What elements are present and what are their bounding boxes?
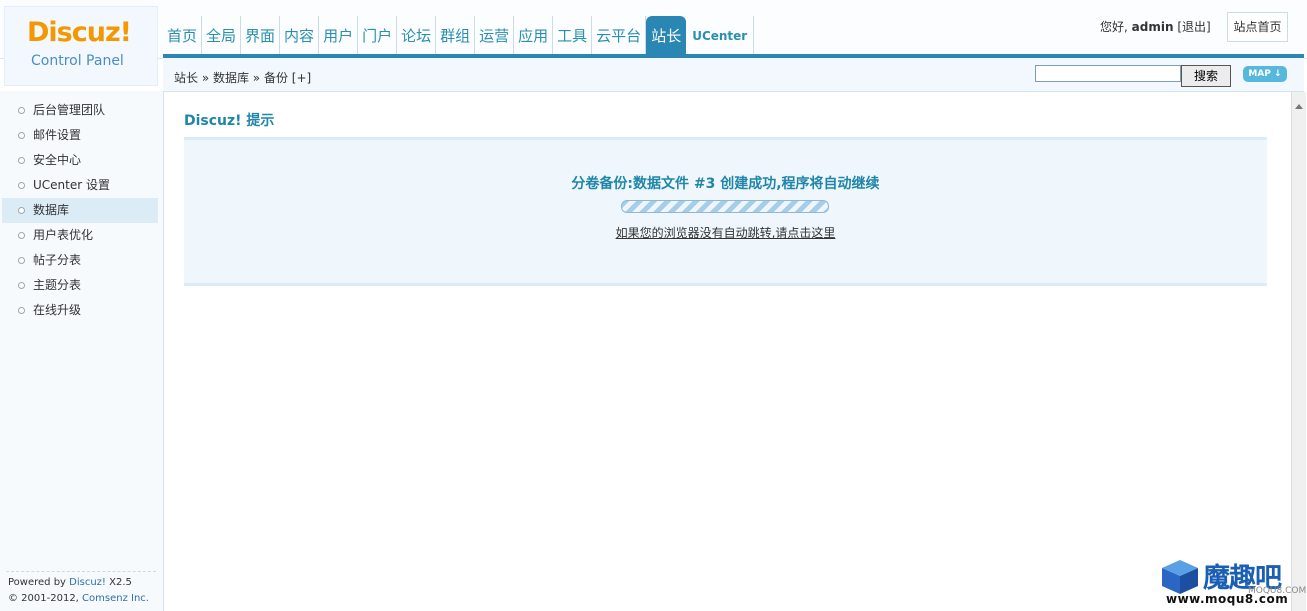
bullet-icon [18,132,25,139]
powered-by: Powered by Discuz! X2.5 © 2001-2012, Com… [8,575,149,607]
vertical-scrollbar[interactable] [1291,92,1306,611]
nav-item-founder[interactable]: 站长 [646,16,687,54]
redirect-link[interactable]: 如果您的浏览器没有自动跳转,请点击这里 [184,224,1267,241]
sidebar-item-postsplit[interactable]: 帖子分表 [2,248,158,273]
nav-item-home[interactable]: 首页 [163,16,203,54]
sidebar-item-label: 安全中心 [33,153,82,167]
nav-item-forum[interactable]: 论坛 [397,16,437,54]
bullet-icon [18,307,25,314]
user-info: 您好, admin [退出] [1100,18,1211,35]
sidebar-item-label: 主题分表 [33,278,82,292]
nav-item-user[interactable]: 用户 [319,16,359,54]
nav-item-style[interactable]: 界面 [241,16,281,54]
sidebar-item-admin-team[interactable]: 后台管理团队 [2,98,158,123]
nav-item-cloud[interactable]: 云平台 [592,16,647,54]
nav-item-ucenter[interactable]: UCenter [686,16,755,54]
nav-item-tools[interactable]: 工具 [553,16,593,54]
sidebar-item-label: 数据库 [33,203,70,217]
scroll-up-arrow-icon[interactable] [1295,104,1303,109]
sidebar-item-upgrade[interactable]: 在线升级 [2,298,158,323]
nav-item-portal[interactable]: 门户 [358,16,398,54]
nav-item-group[interactable]: 群组 [436,16,476,54]
sub-bar: 站长 » 数据库 » 备份 [+] 搜索 MAP ↓ [163,58,1304,92]
watermark: 魔趣吧 MOQU8.COM www.moqu8.com [1160,556,1306,608]
bullet-icon [18,107,25,114]
sidebar-item-label: 在线升级 [33,303,82,317]
nav-item-global[interactable]: 全局 [202,16,242,54]
top-nav: 首页 全局 界面 内容 用户 门户 论坛 群组 运营 应用 工具 云平台 站长 … [163,16,755,54]
sidebar: 后台管理团队 邮件设置 安全中心 UCenter 设置 数据库 用户表优化 帖子… [0,91,164,611]
bullet-icon [18,157,25,164]
watermark-url: www.moqu8.com [1166,592,1289,606]
nav-item-operation[interactable]: 运营 [475,16,515,54]
notice-message: 分卷备份:数据文件 #3 创建成功,程序将自动继续 [571,176,880,192]
sidebar-item-label: 邮件设置 [33,128,82,142]
notice-title: Discuz! 提示 [184,113,275,129]
logo[interactable]: Discuz! Control Panel [4,6,158,86]
sidebar-item-label: UCenter 设置 [33,178,110,192]
comsenz-link[interactable]: Comsenz Inc. [82,593,149,604]
nav-item-content[interactable]: 内容 [280,16,320,54]
greeting: 您好, [1100,20,1128,34]
bullet-icon [18,182,25,189]
map-button[interactable]: MAP ↓ [1243,66,1287,82]
search-input[interactable] [1035,65,1181,82]
breadcrumb: 站长 » 数据库 » 备份 [+] [174,71,312,85]
sidebar-item-security[interactable]: 安全中心 [2,148,158,173]
cube-logo-icon [1162,560,1198,594]
bullet-icon [18,257,25,264]
main-content: Discuz! 提示 分卷备份:数据文件 #3 创建成功,程序将自动继续 如果您… [164,92,1291,611]
bullet-icon [18,232,25,239]
sidebar-item-ucenter-settings[interactable]: UCenter 设置 [2,173,158,198]
nav-item-plugin[interactable]: 应用 [514,16,554,54]
sidebar-item-label: 后台管理团队 [33,103,106,117]
copyright-prefix: © 2001-2012, [8,593,83,604]
progress-bar [621,200,829,213]
logout-link[interactable]: [退出] [1177,20,1210,34]
sidebar-item-label: 帖子分表 [33,253,82,267]
sidebar-item-membersplit[interactable]: 用户表优化 [2,223,158,248]
header: Discuz! Control Panel 首页 全局 界面 内容 用户 门户 … [0,0,1307,86]
search-button[interactable]: 搜索 [1181,65,1231,87]
powered-version: X2.5 [105,577,132,588]
sidebar-item-mail[interactable]: 邮件设置 [2,123,158,148]
sidebar-menu: 后台管理团队 邮件设置 安全中心 UCenter 设置 数据库 用户表优化 帖子… [2,98,158,323]
discuz-link[interactable]: Discuz! [69,577,106,588]
logo-subtitle: Control Panel [31,53,124,69]
bullet-icon [18,282,25,289]
sidebar-item-label: 用户表优化 [33,228,94,242]
site-home-button[interactable]: 站点首页 [1227,12,1288,42]
logo-brand: Discuz! [27,17,132,48]
powered-prefix: Powered by [8,577,70,588]
bullet-icon [18,207,25,214]
sidebar-divider [6,571,156,572]
notice-box: 分卷备份:数据文件 #3 创建成功,程序将自动继续 如果您的浏览器没有自动跳转,… [184,137,1267,286]
sidebar-item-threadsplit[interactable]: 主题分表 [2,273,158,298]
sidebar-item-database[interactable]: 数据库 [2,198,158,223]
username: admin [1131,20,1174,34]
